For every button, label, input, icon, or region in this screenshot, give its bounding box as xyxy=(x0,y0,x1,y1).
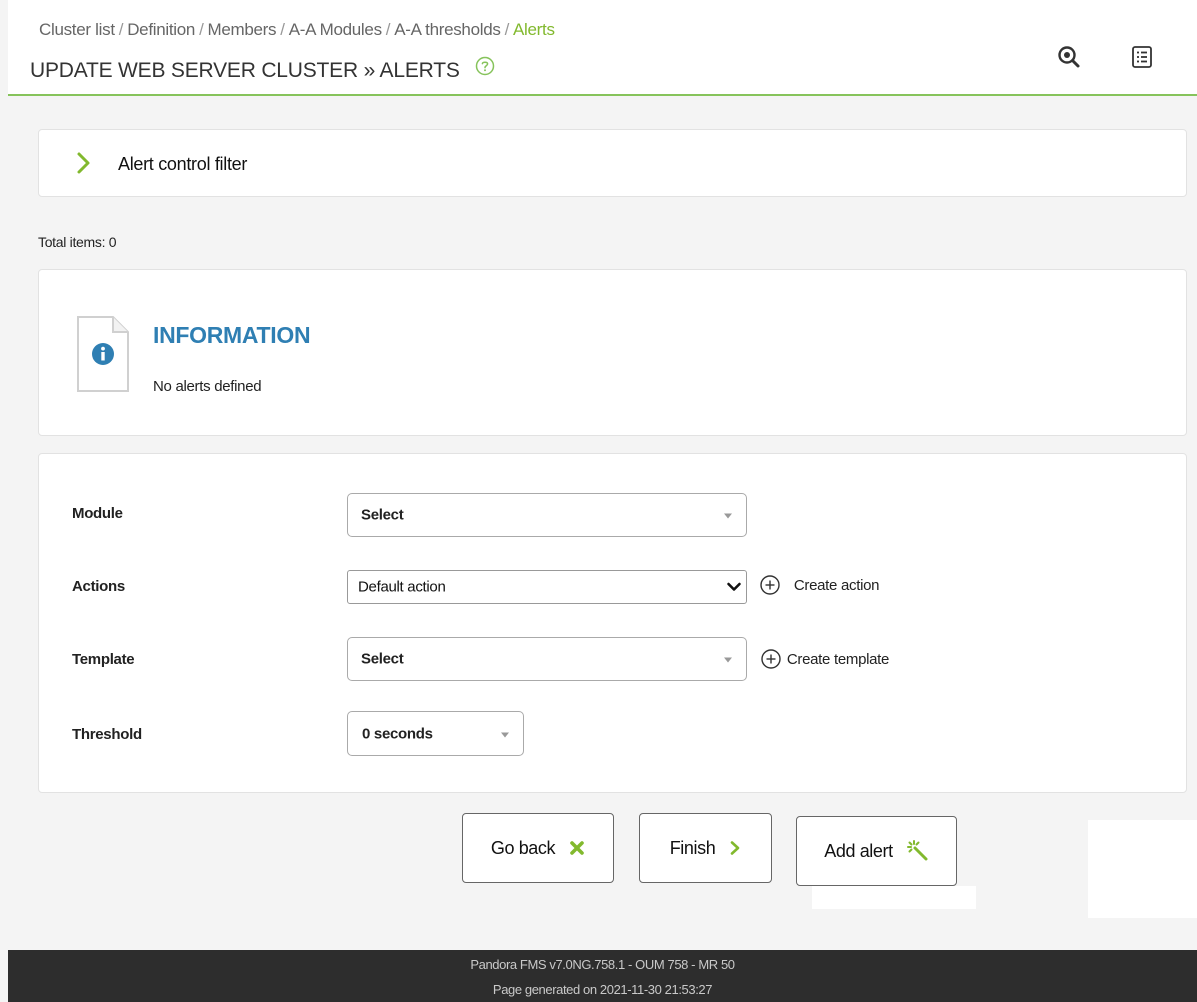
template-select[interactable]: Select xyxy=(347,637,747,681)
breadcrumb-separator: / xyxy=(118,20,124,39)
breadcrumb-cluster-list[interactable]: Cluster list xyxy=(39,20,115,39)
dropdown-caret-icon xyxy=(501,732,509,737)
close-icon xyxy=(570,841,584,855)
zoom-icon[interactable] xyxy=(1056,44,1082,70)
module-select-value: Select xyxy=(361,506,404,524)
breadcrumb-aa-modules[interactable]: A-A Modules xyxy=(289,20,382,39)
breadcrumb-separator: / xyxy=(385,20,391,39)
alert-form: Module Select Actions Default action Cre… xyxy=(38,453,1187,793)
chevron-right-icon xyxy=(76,151,92,180)
create-action-link[interactable]: Create action xyxy=(759,574,880,596)
create-template-label: Create template xyxy=(786,650,890,668)
chevron-right-icon xyxy=(731,841,740,855)
breadcrumb-definition[interactable]: Definition xyxy=(127,20,195,39)
template-select-value: Select xyxy=(361,650,404,668)
overlay-patch xyxy=(1088,820,1197,918)
alert-control-filter[interactable]: Alert control filter xyxy=(38,129,1187,197)
finish-button[interactable]: Finish xyxy=(639,813,772,883)
actions-select-value: Default action xyxy=(358,578,446,596)
breadcrumb-alerts: Alerts xyxy=(513,20,555,39)
create-action-label: Create action xyxy=(793,576,880,594)
add-circle-icon xyxy=(760,575,780,595)
page-header: Cluster list / Definition / Members / A-A Modu… xyxy=(8,0,1197,96)
finish-label: Finish xyxy=(669,837,716,858)
dropdown-caret-icon xyxy=(724,657,732,663)
threshold-label: Threshold xyxy=(72,726,142,743)
info-message: No alerts defined xyxy=(153,378,262,395)
footer-generated: Page generated on 2021-11-30 21:53:27 xyxy=(492,982,713,997)
threshold-select-value: 0 seconds xyxy=(362,725,433,742)
filter-label: Alert control filter xyxy=(118,154,248,174)
breadcrumb: Cluster list / Definition / Members / A-A Modu… xyxy=(39,20,555,40)
page-title: UPDATE WEB SERVER CLUSTER » ALERTS xyxy=(30,56,495,83)
chevron-down-icon xyxy=(726,579,742,599)
template-label: Template xyxy=(72,651,135,668)
page-footer: Pandora FMS v7.0NG.758.1 - OUM 758 - MR … xyxy=(8,950,1197,1002)
go-back-label: Go back xyxy=(490,837,556,858)
info-document-icon xyxy=(75,314,131,399)
overlay-patch xyxy=(812,886,976,909)
actions-select[interactable]: Default action xyxy=(347,570,747,604)
create-template-link[interactable]: Create template xyxy=(760,648,889,670)
module-select[interactable]: Select xyxy=(347,493,747,537)
go-back-button[interactable]: Go back xyxy=(462,813,614,883)
total-items: Total items: 0 xyxy=(38,234,117,250)
threshold-select[interactable]: 0 seconds xyxy=(347,711,524,756)
add-alert-label: Add alert xyxy=(824,840,893,861)
dropdown-caret-icon xyxy=(724,513,732,519)
actions-label: Actions xyxy=(72,578,125,595)
add-circle-icon xyxy=(761,649,781,669)
breadcrumb-separator: / xyxy=(280,20,285,39)
list-view-icon[interactable] xyxy=(1129,44,1155,70)
wand-icon xyxy=(906,840,928,861)
add-alert-button[interactable]: Add alert xyxy=(796,816,957,886)
breadcrumb-aa-thresholds[interactable]: A-A thresholds xyxy=(394,20,501,39)
help-icon[interactable] xyxy=(475,56,495,82)
info-message-box: INFORMATION No alerts defined xyxy=(38,269,1187,436)
info-title: INFORMATION xyxy=(153,322,311,348)
module-label: Module xyxy=(72,505,123,522)
page-title-text: UPDATE WEB SERVER CLUSTER » ALERTS xyxy=(30,59,460,82)
breadcrumb-members[interactable]: Members xyxy=(208,20,277,39)
breadcrumb-separator: / xyxy=(199,20,204,39)
breadcrumb-separator: / xyxy=(504,20,510,39)
footer-version: Pandora FMS v7.0NG.758.1 - OUM 758 - MR … xyxy=(470,957,735,972)
